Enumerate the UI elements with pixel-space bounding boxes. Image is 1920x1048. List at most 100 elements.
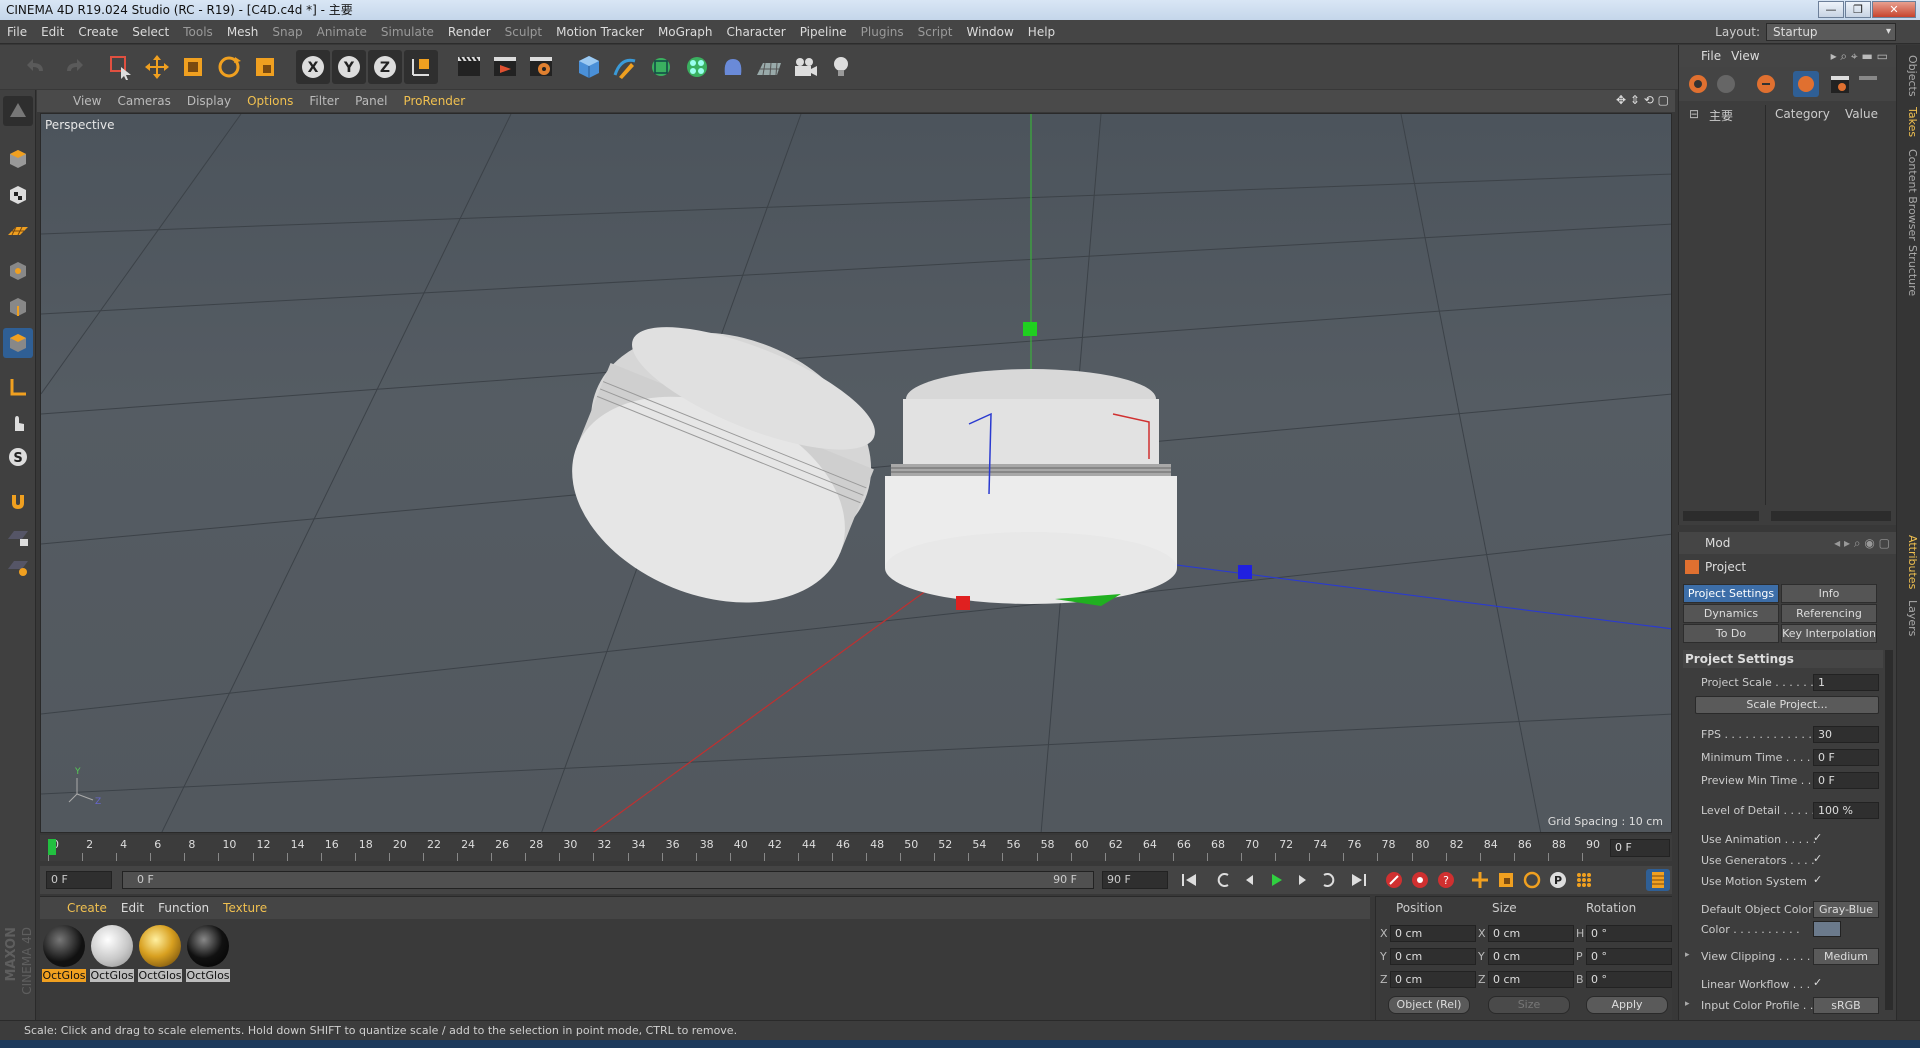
- clone-take-icon[interactable]: [1713, 71, 1739, 97]
- keyframe-selection-icon[interactable]: ?: [1434, 869, 1458, 891]
- live-selection-icon[interactable]: [104, 50, 138, 84]
- side-tab-content-browser[interactable]: Content Browser: [1899, 149, 1919, 241]
- cube-icon[interactable]: [572, 50, 606, 84]
- edges-mode-icon[interactable]: [3, 292, 33, 322]
- side-tab-takes[interactable]: Takes: [1899, 107, 1919, 137]
- redo-icon[interactable]: [56, 50, 90, 84]
- size-mode-select[interactable]: Size: [1488, 996, 1570, 1014]
- axis-mode-icon[interactable]: [3, 372, 33, 402]
- fps-field[interactable]: 30: [1813, 726, 1879, 743]
- pen-spline-icon[interactable]: [608, 50, 642, 84]
- menu-help[interactable]: Help: [1021, 20, 1062, 44]
- level-of-detail-field[interactable]: 100 %: [1813, 802, 1879, 819]
- color-swatch[interactable]: [1813, 921, 1841, 937]
- menu-motion-tracker[interactable]: Motion Tracker: [549, 20, 651, 44]
- input-color-profile-select[interactable]: sRGB: [1813, 997, 1879, 1014]
- current-frame-field[interactable]: 0 F: [1610, 839, 1670, 857]
- side-tab-structure[interactable]: Structure: [1899, 245, 1919, 296]
- mat-menu-texture[interactable]: Texture: [216, 901, 274, 915]
- planar-workplane-icon[interactable]: [3, 552, 33, 582]
- cloner-icon[interactable]: [680, 50, 714, 84]
- next-frame-icon[interactable]: [1290, 869, 1314, 891]
- tab-referencing[interactable]: Referencing: [1781, 604, 1877, 623]
- menu-snap[interactable]: Snap: [265, 20, 309, 44]
- menu-render[interactable]: Render: [441, 20, 498, 44]
- expand-arrow-icon[interactable]: ▸: [1685, 950, 1690, 960]
- obj-menu-tools-icons[interactable]: ▸ ⌕ ⌖ ▬ ▭: [1831, 49, 1888, 64]
- go-to-end-icon[interactable]: [1346, 869, 1370, 891]
- obj-menu-file[interactable]: File: [1701, 49, 1721, 63]
- playhead[interactable]: [48, 839, 56, 855]
- z-axis-icon[interactable]: Z: [368, 50, 402, 84]
- points-mode-icon[interactable]: [3, 256, 33, 286]
- subdivision-surface-icon[interactable]: [644, 50, 678, 84]
- parameter-track-icon[interactable]: P: [1546, 869, 1570, 891]
- deformer-icon[interactable]: [716, 50, 750, 84]
- size-z-field[interactable]: 0 cm: [1488, 971, 1574, 988]
- vp-menu-prorender[interactable]: ProRender: [395, 94, 473, 108]
- menu-pipeline[interactable]: Pipeline: [793, 20, 854, 44]
- x-axis-icon[interactable]: X: [296, 50, 330, 84]
- render-picture-viewer-icon[interactable]: [488, 50, 522, 84]
- close-button[interactable]: ✕: [1872, 1, 1916, 18]
- menu-plugins[interactable]: Plugins: [854, 20, 911, 44]
- vp-menu-display[interactable]: Display: [179, 94, 239, 108]
- scale-track-icon[interactable]: [1494, 869, 1518, 891]
- rotation-b-field[interactable]: 0 °: [1586, 971, 1672, 988]
- next-key-icon[interactable]: [1316, 869, 1340, 891]
- mat-menu-edit[interactable]: Edit: [114, 901, 151, 915]
- last-tool-icon[interactable]: [248, 50, 282, 84]
- rotate-icon[interactable]: [212, 50, 246, 84]
- menu-select[interactable]: Select: [125, 20, 176, 44]
- rotation-p-field[interactable]: 0 °: [1586, 948, 1672, 965]
- snap-icon[interactable]: S: [3, 442, 33, 472]
- use-generators-checkbox[interactable]: ✓: [1813, 852, 1822, 865]
- workplane-icon[interactable]: [3, 216, 33, 246]
- attr-nav-icons[interactable]: ◂ ▸ ⌕ ◉ ▢: [1834, 532, 1890, 554]
- mat-menu-function[interactable]: Function: [151, 901, 216, 915]
- menu-mesh[interactable]: Mesh: [220, 20, 266, 44]
- magnet-icon[interactable]: [3, 486, 33, 516]
- point-level-animation-icon[interactable]: [1572, 869, 1596, 891]
- vp-menu-cameras[interactable]: Cameras: [109, 94, 178, 108]
- material-swatch[interactable]: OctGlos: [90, 925, 134, 982]
- coordinate-system-icon[interactable]: [404, 50, 438, 84]
- tab-dynamics[interactable]: Dynamics: [1683, 604, 1779, 623]
- menu-character[interactable]: Character: [719, 20, 792, 44]
- 3d-viewport[interactable]: Y Z Perspective Grid Spacing : 10 cm: [40, 113, 1672, 833]
- obj-menu-view[interactable]: View: [1731, 49, 1759, 63]
- linear-workflow-checkbox[interactable]: ✓: [1813, 976, 1822, 989]
- polygons-mode-icon[interactable]: [3, 328, 33, 358]
- timeline-window-icon[interactable]: [1646, 869, 1670, 891]
- play-icon[interactable]: [1264, 869, 1288, 891]
- lock-workplane-icon[interactable]: [3, 522, 33, 552]
- end-frame-field[interactable]: 90 F: [1102, 871, 1168, 889]
- new-take-icon[interactable]: [1685, 71, 1711, 97]
- horizontal-scrollbar[interactable]: [1771, 511, 1891, 521]
- viewport-nav-icons[interactable]: ✥ ⇕ ⟲ ▢: [1616, 93, 1669, 107]
- go-to-start-icon[interactable]: [1178, 869, 1202, 891]
- default-object-color-select[interactable]: Gray-Blue: [1813, 901, 1879, 918]
- auto-take-icon[interactable]: [1793, 71, 1819, 97]
- size-x-field[interactable]: 0 cm: [1488, 925, 1574, 942]
- size-y-field[interactable]: 0 cm: [1488, 948, 1574, 965]
- menu-sculpt[interactable]: Sculpt: [498, 20, 549, 44]
- vp-menu-filter[interactable]: Filter: [301, 94, 347, 108]
- use-animation-checkbox[interactable]: ✓: [1813, 831, 1822, 844]
- scale-project-button[interactable]: Scale Project...: [1695, 696, 1879, 714]
- timeline-ruler[interactable]: 0246810121416182022242628303234363840424…: [40, 835, 1672, 861]
- undo-icon[interactable]: [20, 50, 54, 84]
- position-track-icon[interactable]: [1468, 869, 1492, 891]
- y-axis-icon[interactable]: Y: [332, 50, 366, 84]
- tab-project-settings[interactable]: Project Settings: [1683, 584, 1779, 603]
- start-frame-field[interactable]: 0 F: [46, 871, 112, 889]
- move-icon[interactable]: [140, 50, 174, 84]
- layout-select[interactable]: Startup: [1766, 23, 1896, 41]
- project-scale-field[interactable]: 1: [1813, 674, 1879, 691]
- position-z-field[interactable]: 0 cm: [1390, 971, 1476, 988]
- view-clipping-select[interactable]: Medium: [1813, 948, 1879, 965]
- scale-icon[interactable]: [176, 50, 210, 84]
- tab-to-do[interactable]: To Do: [1683, 624, 1779, 643]
- tab-key-interpolation[interactable]: Key Interpolation: [1781, 624, 1877, 643]
- tree-item[interactable]: 主要: [1709, 107, 1733, 124]
